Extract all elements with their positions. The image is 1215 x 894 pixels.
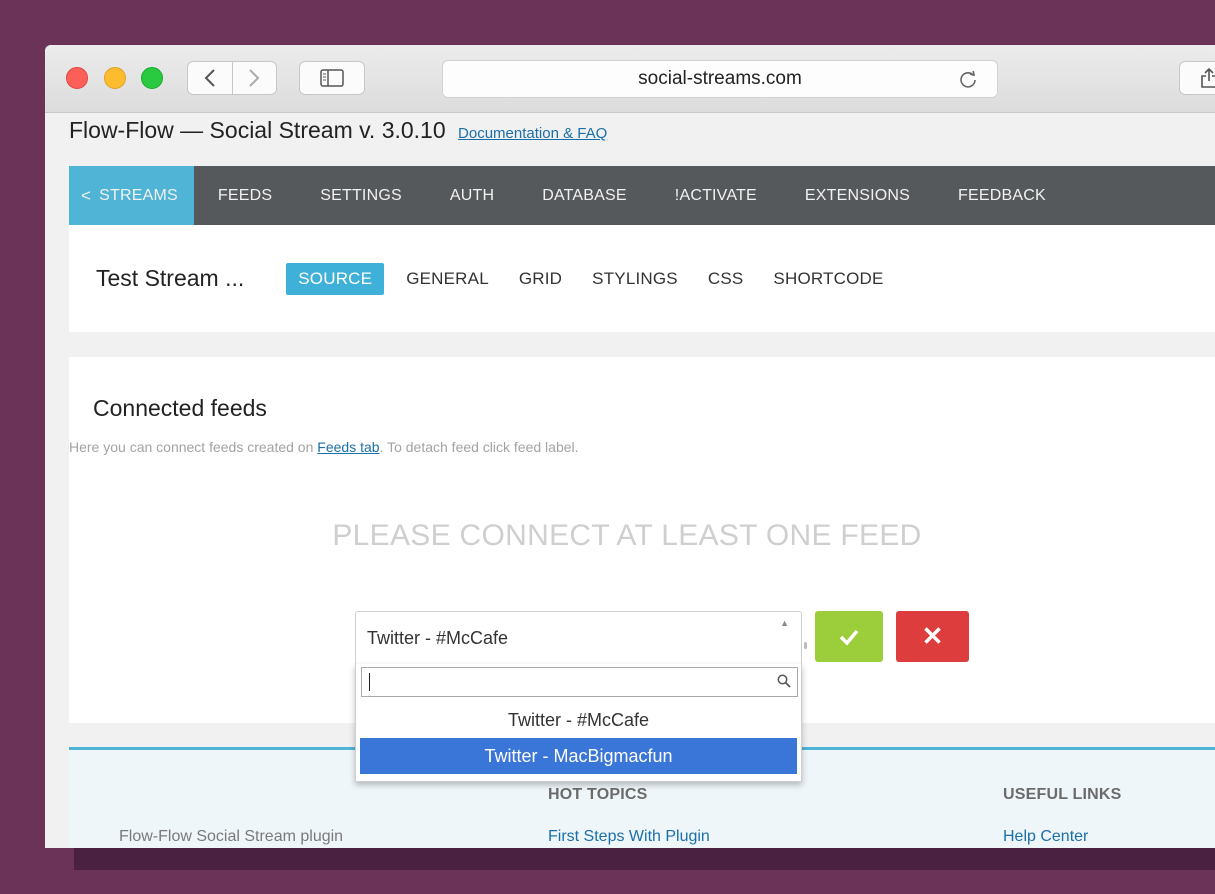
nav-item-feedback[interactable]: FEEDBACK	[934, 166, 1070, 225]
dropdown-option-highlighted[interactable]: Twitter - MacBigmacfun	[360, 738, 797, 774]
nav-item-activate[interactable]: !ACTIVATE	[651, 166, 781, 225]
desc-text-after: . To detach feed click feed label.	[379, 439, 579, 455]
reload-icon[interactable]	[957, 69, 979, 91]
empty-state-message: PLEASE CONNECT AT LEAST ONE FEED	[332, 519, 922, 552]
sidebar-toggle-button[interactable]	[299, 61, 365, 95]
chevron-right-icon	[249, 69, 260, 87]
nav-item-database[interactable]: DATABASE	[518, 166, 651, 225]
history-nav	[187, 61, 277, 95]
sidebar-icon	[320, 69, 344, 87]
minimize-window-button[interactable]	[104, 67, 126, 89]
tab-shortcode[interactable]: SHORTCODE	[765, 263, 891, 295]
help-center-link[interactable]: Help Center	[1003, 828, 1088, 846]
hot-topics-heading: HOT TOPICS	[548, 786, 648, 803]
feed-select-value: Twitter - #McCafe	[367, 628, 509, 648]
tab-source[interactable]: SOURCE	[286, 262, 385, 295]
tab-general[interactable]: GENERAL	[398, 263, 497, 295]
check-icon	[839, 629, 859, 646]
chevron-left-icon: <	[81, 185, 92, 205]
zoom-window-button[interactable]	[141, 67, 163, 89]
caret-up-icon: ▲	[780, 618, 789, 628]
tab-grid[interactable]: GRID	[511, 263, 570, 295]
stream-header: Test Stream ... SOURCE GENERAL GRID STYL…	[69, 225, 1215, 332]
feed-select[interactable]: Twitter - #McCafe ▲	[355, 611, 802, 665]
address-bar[interactable]: social-streams.com	[442, 60, 998, 98]
text-cursor	[369, 673, 370, 691]
share-button[interactable]	[1179, 61, 1215, 95]
hot-topic-link[interactable]: First Steps With Plugin	[548, 828, 710, 846]
browser-window: social-streams.com Flow-Flow — Social St…	[45, 45, 1215, 848]
back-button[interactable]	[188, 62, 232, 94]
nav-item-settings[interactable]: SETTINGS	[296, 166, 426, 225]
confirm-button[interactable]	[815, 611, 883, 662]
nav-item-feeds[interactable]: FEEDS	[194, 166, 296, 225]
chevron-left-icon	[204, 69, 215, 87]
dropdown-search-input[interactable]	[361, 667, 798, 697]
plugin-title-text: Flow-Flow — Social Stream v. 3.0.10	[69, 117, 446, 143]
section-title: Connected feeds	[93, 395, 267, 421]
nav-item-streams[interactable]: < STREAMS	[69, 166, 194, 225]
tab-stylings[interactable]: STYLINGS	[584, 263, 686, 295]
search-icon	[777, 674, 791, 688]
tab-css[interactable]: CSS	[700, 263, 752, 295]
select-spinner-dot	[804, 642, 807, 649]
stream-name[interactable]: Test Stream ...	[96, 265, 244, 292]
documentation-link[interactable]: Documentation & FAQ	[458, 125, 607, 142]
page-title: Flow-Flow — Social Stream v. 3.0.10 Docu…	[69, 117, 607, 144]
share-icon	[1201, 67, 1215, 88]
nav-item-label: STREAMS	[99, 186, 178, 204]
desc-text-before: Here you can connect feeds created on	[69, 439, 318, 455]
feed-select-dropdown: Twitter - #McCafe Twitter - MacBigmacfun	[355, 664, 802, 782]
main-nav: < STREAMS FEEDS SETTINGS AUTH DATABASE !…	[69, 166, 1215, 225]
close-window-button[interactable]	[66, 67, 88, 89]
nav-item-auth[interactable]: AUTH	[426, 166, 518, 225]
forward-button[interactable]	[231, 62, 277, 94]
footer-plugin-text: Flow-Flow Social Stream plugin	[119, 828, 344, 845]
close-icon: ✕	[921, 621, 944, 651]
dropdown-option[interactable]: Twitter - #McCafe	[360, 702, 797, 738]
useful-links-heading: USEFUL LINKS	[1003, 786, 1122, 803]
url-text: social-streams.com	[638, 68, 802, 89]
cancel-button[interactable]: ✕	[896, 611, 969, 662]
window-shadow	[74, 846, 1215, 870]
browser-toolbar: social-streams.com	[45, 45, 1215, 113]
nav-item-extensions[interactable]: EXTENSIONS	[781, 166, 934, 225]
feeds-tab-link[interactable]: Feeds tab	[317, 439, 379, 455]
section-description: Here you can connect feeds created on Fe…	[69, 439, 579, 455]
